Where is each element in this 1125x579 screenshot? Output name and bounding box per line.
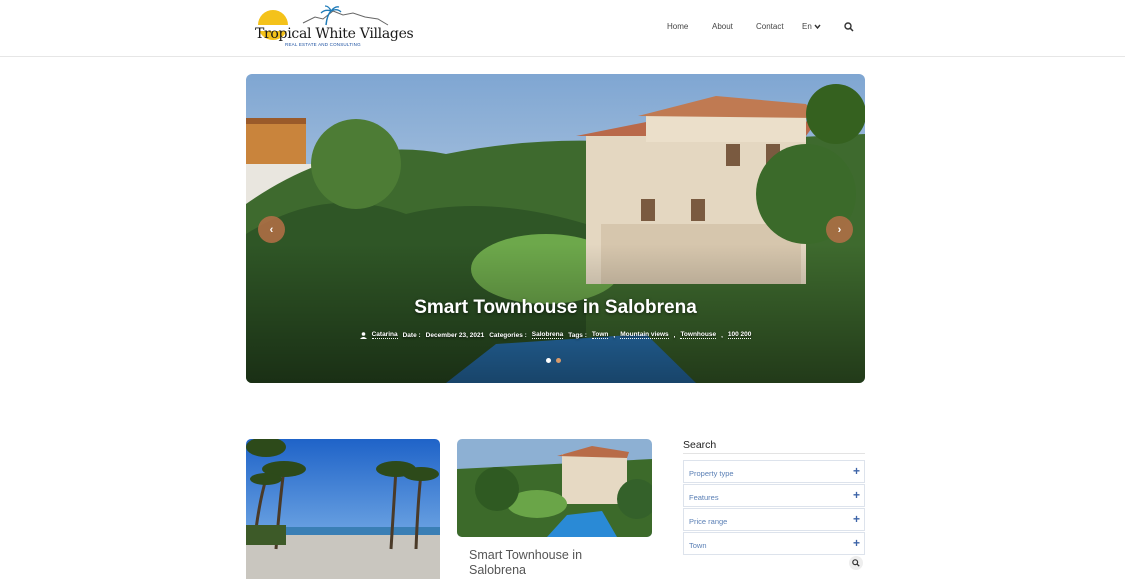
slider-next-button[interactable]: ›: [826, 216, 853, 243]
tag-link[interactable]: Town: [591, 331, 609, 339]
tags-label: Tags :: [568, 331, 587, 339]
nav-home[interactable]: Home: [667, 22, 688, 31]
search-icon: [852, 559, 860, 567]
site-logo[interactable]: Tropical White Villages REAL ESTATE AND …: [253, 5, 414, 51]
filter-property-type[interactable]: Property type +: [683, 460, 865, 483]
slider-dot[interactable]: [546, 358, 551, 363]
site-header: Tropical White Villages REAL ESTATE AND …: [0, 0, 1125, 57]
slide-meta: Catarina Date : December 23, 2021 Catego…: [246, 331, 865, 339]
slider-prev-button[interactable]: ‹: [258, 216, 285, 243]
nav-contact[interactable]: Contact: [756, 22, 784, 31]
author-link[interactable]: Catarina: [371, 331, 398, 339]
filter-label: Price range: [689, 517, 728, 526]
townhouse-photo: [457, 439, 652, 537]
property-card-title[interactable]: Smart Townhouse in Salobrena: [469, 548, 639, 578]
plus-icon: +: [852, 512, 860, 526]
plus-icon: +: [852, 536, 860, 550]
slider-dots: [546, 358, 561, 363]
category-link[interactable]: Salobrena: [531, 331, 564, 339]
user-icon: [359, 331, 367, 339]
logo-title: Tropical White Villages: [255, 26, 414, 42]
filter-label: Features: [689, 493, 719, 502]
filter-label: Property type: [689, 469, 734, 478]
beach-photo: [246, 439, 440, 579]
language-label: En: [802, 22, 812, 31]
nav-about[interactable]: About: [712, 22, 733, 31]
filter-town[interactable]: Town +: [683, 532, 865, 555]
date-label: Date :: [402, 331, 421, 339]
date-value: December 23, 2021: [425, 331, 485, 339]
search-icon[interactable]: [844, 22, 854, 32]
plus-icon: +: [852, 464, 860, 478]
filter-price-range[interactable]: Price range +: [683, 508, 865, 531]
logo-subtitle: REAL ESTATE AND CONSULTING: [285, 42, 361, 47]
search-heading: Search: [683, 439, 717, 451]
property-card-image[interactable]: [457, 439, 652, 537]
chevron-down-icon: [814, 24, 821, 29]
search-submit-button[interactable]: [849, 556, 863, 570]
divider: [683, 453, 865, 454]
tag-link[interactable]: 100 200: [727, 331, 752, 339]
hero-slider[interactable]: ‹ › Smart Townhouse in Salobrena Catarin…: [246, 74, 865, 383]
property-card-image[interactable]: [246, 439, 440, 579]
tag-link[interactable]: Townhouse: [680, 331, 717, 339]
language-selector[interactable]: En: [802, 22, 821, 31]
tag-link[interactable]: Mountain views: [620, 331, 669, 339]
filter-label: Town: [689, 541, 707, 550]
plus-icon: +: [852, 488, 860, 502]
slide-title[interactable]: Smart Townhouse in Salobrena: [246, 297, 865, 319]
categories-label: Categories :: [489, 331, 527, 339]
slider-dot-active[interactable]: [556, 358, 561, 363]
filter-features[interactable]: Features +: [683, 484, 865, 507]
